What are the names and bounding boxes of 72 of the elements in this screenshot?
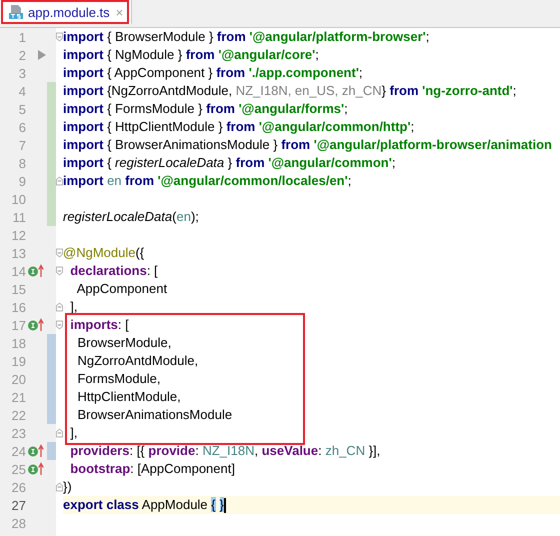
fold-icon[interactable] bbox=[56, 428, 63, 438]
line-number: 14 bbox=[10, 264, 26, 278]
code-line: export class AppModule { } bbox=[63, 496, 227, 514]
code-line: }) bbox=[63, 478, 73, 496]
code-line: import en from '@angular/common/locales/en'; bbox=[63, 172, 352, 190]
line-number: 27 bbox=[10, 498, 26, 512]
line-number: 12 bbox=[10, 228, 26, 242]
code-line: import { NgModule } from '@angular/core'; bbox=[63, 46, 320, 64]
code-line: import { BrowserModule } from '@angular/platform-browser'; bbox=[63, 28, 430, 46]
code-line: import { FormsModule } from '@angular/forms'; bbox=[63, 100, 349, 118]
code-line: ], bbox=[69, 424, 78, 442]
line-number: 28 bbox=[10, 516, 26, 530]
file-tab[interactable]: app.module.ts × bbox=[0, 0, 132, 24]
line-number: 22 bbox=[10, 408, 26, 422]
fold-icon[interactable] bbox=[56, 32, 63, 42]
code-line: providers: [{ provide: NZ_I18N, useValue: zh_CN }], bbox=[69, 442, 382, 460]
implements-icon[interactable] bbox=[27, 462, 45, 476]
change-marker[interactable] bbox=[47, 406, 56, 424]
code-line: import {NgZorroAntdModule, NZ_I18N, en_US, zh_CN} from 'ng-zorro-antd'; bbox=[63, 82, 518, 100]
line-number: 8 bbox=[18, 156, 26, 170]
change-marker[interactable] bbox=[47, 208, 56, 226]
line-number: 16 bbox=[10, 300, 26, 314]
implements-icon[interactable] bbox=[27, 264, 45, 278]
line-number: 21 bbox=[10, 390, 26, 404]
change-marker[interactable] bbox=[47, 334, 56, 352]
code-line: imports: [ bbox=[69, 316, 130, 334]
code-line: import { BrowserAnimationsModule } from '@angular/platform-browser/animation bbox=[63, 136, 553, 154]
fold-icon[interactable] bbox=[56, 176, 63, 186]
fold-icon[interactable] bbox=[56, 482, 63, 492]
code-line: registerLocaleData(en); bbox=[63, 208, 200, 226]
change-marker[interactable] bbox=[47, 82, 56, 100]
implements-icon[interactable] bbox=[27, 444, 45, 458]
triangle-icon[interactable] bbox=[38, 50, 46, 60]
line-number: 11 bbox=[12, 210, 26, 224]
line-number: 19 bbox=[10, 354, 26, 368]
fold-icon[interactable] bbox=[56, 248, 63, 258]
line-number: 15 bbox=[10, 282, 26, 296]
line-number: 1 bbox=[18, 30, 26, 44]
line-number: 24 bbox=[10, 444, 26, 458]
line-number: 5 bbox=[18, 102, 26, 116]
code-line: bootstrap: [AppComponent] bbox=[69, 460, 236, 478]
code-line: declarations: [ bbox=[69, 262, 159, 280]
code-line: HttpClientModule, bbox=[76, 388, 182, 406]
line-number: 23 bbox=[10, 426, 26, 440]
line-number: 25 bbox=[10, 462, 26, 476]
code-line: import { HttpClientModule } from '@angular/common/http'; bbox=[63, 118, 416, 136]
code-line: NgZorroAntdModule, bbox=[76, 352, 200, 370]
line-number: 9 bbox=[18, 174, 26, 188]
code-line: BrowserModule, bbox=[76, 334, 172, 352]
code-line: @NgModule({ bbox=[63, 244, 146, 262]
line-number: 2 bbox=[18, 48, 26, 62]
line-number: 7 bbox=[18, 138, 26, 152]
line-number: 20 bbox=[10, 372, 26, 386]
typescript-file-icon bbox=[8, 4, 24, 20]
change-marker[interactable] bbox=[47, 442, 56, 460]
line-number: 3 bbox=[18, 66, 26, 80]
line-number: 13 bbox=[10, 246, 26, 260]
fold-icon[interactable] bbox=[56, 320, 63, 330]
code-line: FormsModule, bbox=[76, 370, 162, 388]
line-number: 26 bbox=[10, 480, 26, 494]
line-number: 18 bbox=[10, 336, 26, 350]
fold-icon[interactable] bbox=[56, 302, 63, 312]
line-number: 10 bbox=[10, 192, 26, 206]
fold-icon[interactable] bbox=[56, 266, 63, 276]
code-line: import { AppComponent } from './app.component'; bbox=[63, 64, 364, 82]
code-line: BrowserAnimationsModule bbox=[76, 406, 234, 424]
code-line: import { registerLocaleData } from '@angular/common'; bbox=[63, 154, 396, 172]
implements-icon[interactable] bbox=[27, 318, 45, 332]
line-number: 6 bbox=[18, 120, 26, 134]
code-line: AppComponent bbox=[76, 280, 168, 298]
line-number: 17 bbox=[10, 318, 26, 332]
line-number: 4 bbox=[18, 84, 26, 98]
